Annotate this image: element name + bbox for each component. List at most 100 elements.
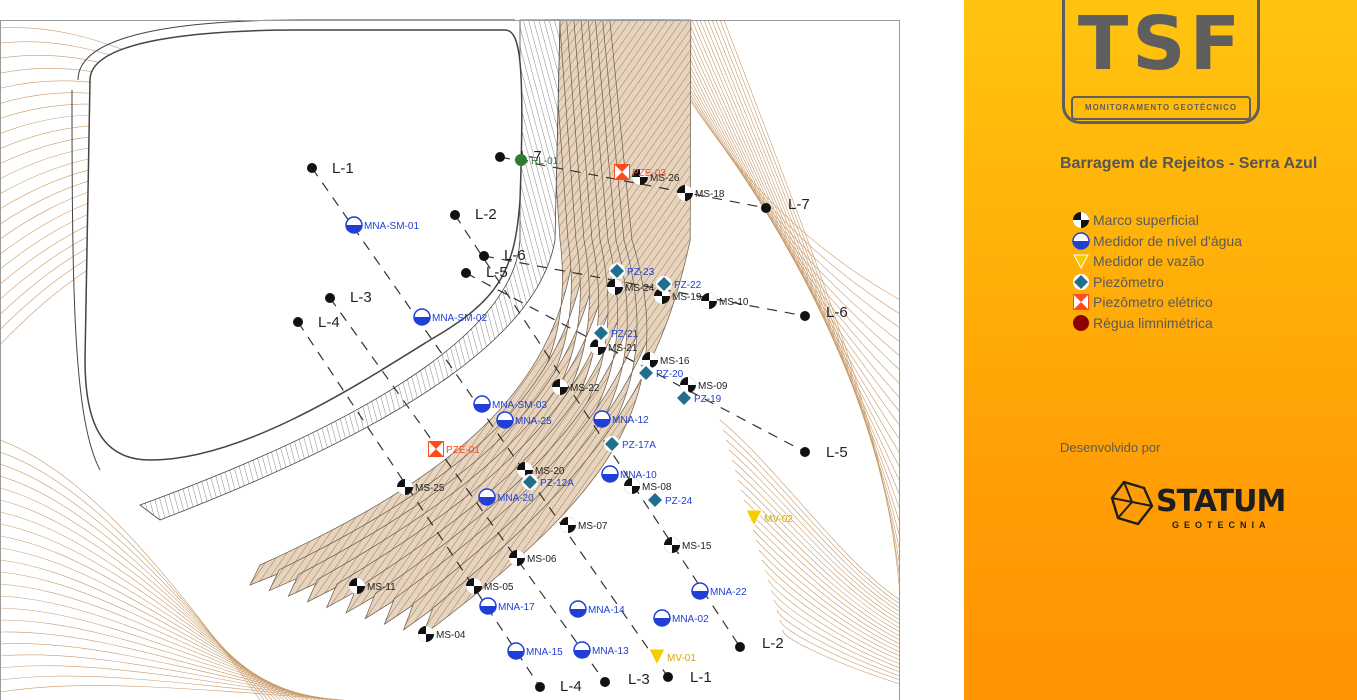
instrument-mna-17[interactable]: MNA-17 bbox=[479, 597, 535, 615]
instrument-ms-18[interactable]: MS-18 bbox=[677, 185, 725, 201]
legend-item-pze[interactable]: Piezômetro elétrico bbox=[1072, 292, 1242, 313]
statum-cube-icon bbox=[1110, 480, 1154, 526]
section-label-inner: L-2 bbox=[475, 206, 497, 223]
statum-subtitle: GEOTECNIA bbox=[1172, 520, 1271, 530]
instrument-label: MV-01 bbox=[667, 653, 696, 664]
instrument-pz-24[interactable]: PZ-24 bbox=[647, 492, 693, 508]
section-label: L-5 bbox=[826, 444, 848, 461]
instrument-rl-01[interactable]: RL-01 bbox=[515, 154, 559, 167]
dam-title: Barragem de Rejeitos - Serra Azul bbox=[1060, 155, 1318, 172]
instrument-mna-02[interactable]: MNA-02 bbox=[653, 609, 709, 627]
info-panel: TSF MONITORAMENTO GEOTÉCNICO Barragem de… bbox=[964, 0, 1357, 700]
instrument-mna-10[interactable]: MNA-10 bbox=[601, 465, 657, 483]
instrument-label: PZ-19 bbox=[694, 394, 722, 405]
instrument-mna-22[interactable]: MNA-22 bbox=[691, 582, 747, 600]
instrument-label: MNA-22 bbox=[710, 587, 747, 598]
instrument-label: MNA-13 bbox=[592, 646, 629, 657]
section-label: L-6 bbox=[826, 304, 848, 321]
legend-item-marco[interactable]: Marco superficial bbox=[1072, 210, 1242, 231]
instrument-label: PZ-21 bbox=[611, 329, 639, 340]
instrument-label: MNA-SM-01 bbox=[364, 221, 419, 232]
section-label: L-4 bbox=[560, 678, 582, 695]
section-endpoint bbox=[600, 677, 610, 687]
piezometro-eletrico-icon bbox=[1073, 294, 1089, 311]
section-label: L-3 bbox=[628, 671, 650, 688]
section-endpoint bbox=[800, 311, 810, 321]
instrument-ms-16[interactable]: MS-16 bbox=[642, 352, 690, 368]
legend-item-rl[interactable]: Régua limnimétrica bbox=[1072, 313, 1242, 334]
section-label-inner: L-1 bbox=[332, 160, 354, 177]
section-endpoint bbox=[735, 642, 745, 652]
instrument-pz-19[interactable]: PZ-19 bbox=[676, 390, 722, 406]
instrument-ms-09[interactable]: MS-09 bbox=[680, 377, 728, 393]
instrument-label: MS-07 bbox=[578, 521, 608, 532]
instrument-label: MS-08 bbox=[642, 482, 672, 493]
instrument-label: MS-25 bbox=[415, 483, 445, 494]
instrument-label: MS-20 bbox=[535, 466, 565, 477]
instrument-label: MNA-SM-03 bbox=[492, 400, 547, 411]
instrument-label: MNA-20 bbox=[497, 493, 534, 504]
instrument-label: MS-10 bbox=[719, 297, 749, 308]
instrument-label: MS-16 bbox=[660, 356, 690, 367]
legend-label: Marco superficial bbox=[1093, 212, 1199, 229]
instrument-label: PZE-03 bbox=[632, 168, 666, 179]
regua-limnimetrica-icon bbox=[1073, 314, 1089, 331]
instrument-label: MS-18 bbox=[695, 189, 725, 200]
instrument-mna-15[interactable]: MNA-15 bbox=[507, 642, 563, 660]
instrument-pz-17a[interactable]: PZ-17A bbox=[604, 436, 656, 452]
instrument-ms-10[interactable]: MS-10 bbox=[701, 293, 749, 309]
instrument-label: PZ-22 bbox=[674, 280, 702, 291]
instrument-label: MS-22 bbox=[570, 383, 600, 394]
instrument-label: MNA-12 bbox=[612, 415, 649, 426]
instrument-mv-02[interactable]: MV-02 bbox=[745, 509, 793, 528]
instrument-mna-13[interactable]: MNA-13 bbox=[573, 641, 629, 659]
marco-superficial-icon bbox=[1073, 212, 1089, 229]
legend-item-mv[interactable]: Medidor de vazão bbox=[1072, 251, 1242, 272]
site-map[interactable]: L-1 L-2 L-3 L-4 L-5 L-6 L-7 L-1 L-2 L-3 L-4 L-5 L-6 L… bbox=[0, 0, 964, 700]
section-label: L-1 bbox=[690, 669, 712, 686]
instrument-pz-20[interactable]: PZ-20 bbox=[638, 365, 684, 381]
instrument-label: MS-06 bbox=[527, 554, 557, 565]
instrument-label: MNA-17 bbox=[498, 602, 535, 613]
instrument-label: PZ-20 bbox=[656, 369, 684, 380]
instrument-label: MNA-15 bbox=[526, 647, 563, 658]
tsf-logo: TSF MONITORAMENTO GEOTÉCNICO bbox=[1062, 0, 1260, 124]
instrument-ms-07[interactable]: MS-07 bbox=[560, 517, 608, 533]
instrument-label: MS-05 bbox=[484, 582, 514, 593]
legend-item-pz[interactable]: Piezômetro bbox=[1072, 272, 1242, 293]
instrument-mv-01[interactable]: MV-01 bbox=[648, 648, 696, 667]
instrument-label: RL-01 bbox=[531, 156, 559, 167]
instrument-ms-06[interactable]: MS-06 bbox=[509, 550, 557, 566]
section-endpoint bbox=[461, 268, 471, 278]
instrument-ms-15[interactable]: MS-15 bbox=[664, 537, 712, 553]
instrument-label: PZ-17A bbox=[622, 440, 656, 451]
instrument-label: MNA-25 bbox=[515, 416, 552, 427]
instrument-label: MS-19 bbox=[672, 292, 702, 303]
legend: Marco superficial Medidor de nível d'águ… bbox=[1072, 210, 1242, 333]
section-label: L-7 bbox=[788, 196, 810, 213]
reservoir-area bbox=[71, 19, 523, 471]
legend-item-mna[interactable]: Medidor de nível d'água bbox=[1072, 231, 1242, 252]
instrument-label: PZ-23 bbox=[627, 267, 655, 278]
instrument-ms-04[interactable]: MS-04 bbox=[418, 626, 466, 642]
instrument-label: MNA-02 bbox=[672, 614, 709, 625]
section-endpoint bbox=[495, 152, 505, 162]
section-endpoint bbox=[307, 163, 317, 173]
medidor-nivel-agua-icon bbox=[1072, 232, 1090, 250]
legend-label: Piezômetro bbox=[1093, 273, 1164, 290]
instrument-label: PZ-12A bbox=[540, 478, 574, 489]
piezometro-icon bbox=[1073, 273, 1089, 290]
section-label-inner: L-5 bbox=[486, 264, 508, 281]
instrument-label: MS-15 bbox=[682, 541, 712, 552]
legend-label: Piezômetro elétrico bbox=[1093, 294, 1213, 311]
instrument-label: MS-21 bbox=[608, 343, 638, 354]
instrument-label: MS-04 bbox=[436, 630, 466, 641]
section-label-inner: L-4 bbox=[318, 314, 340, 331]
section-endpoint bbox=[535, 682, 545, 692]
section-endpoint bbox=[325, 293, 335, 303]
statum-name: STATUM bbox=[1156, 484, 1286, 519]
section-label-inner: L-6 bbox=[504, 247, 526, 264]
instrument-label: MNA-SM-02 bbox=[432, 313, 487, 324]
medidor-vazao-icon bbox=[1073, 254, 1089, 270]
site-map-canvas[interactable]: L-1L-2L-3L-4L-5L-6L-7L-1L-2L-3L-4L-5L-6L… bbox=[0, 0, 964, 700]
